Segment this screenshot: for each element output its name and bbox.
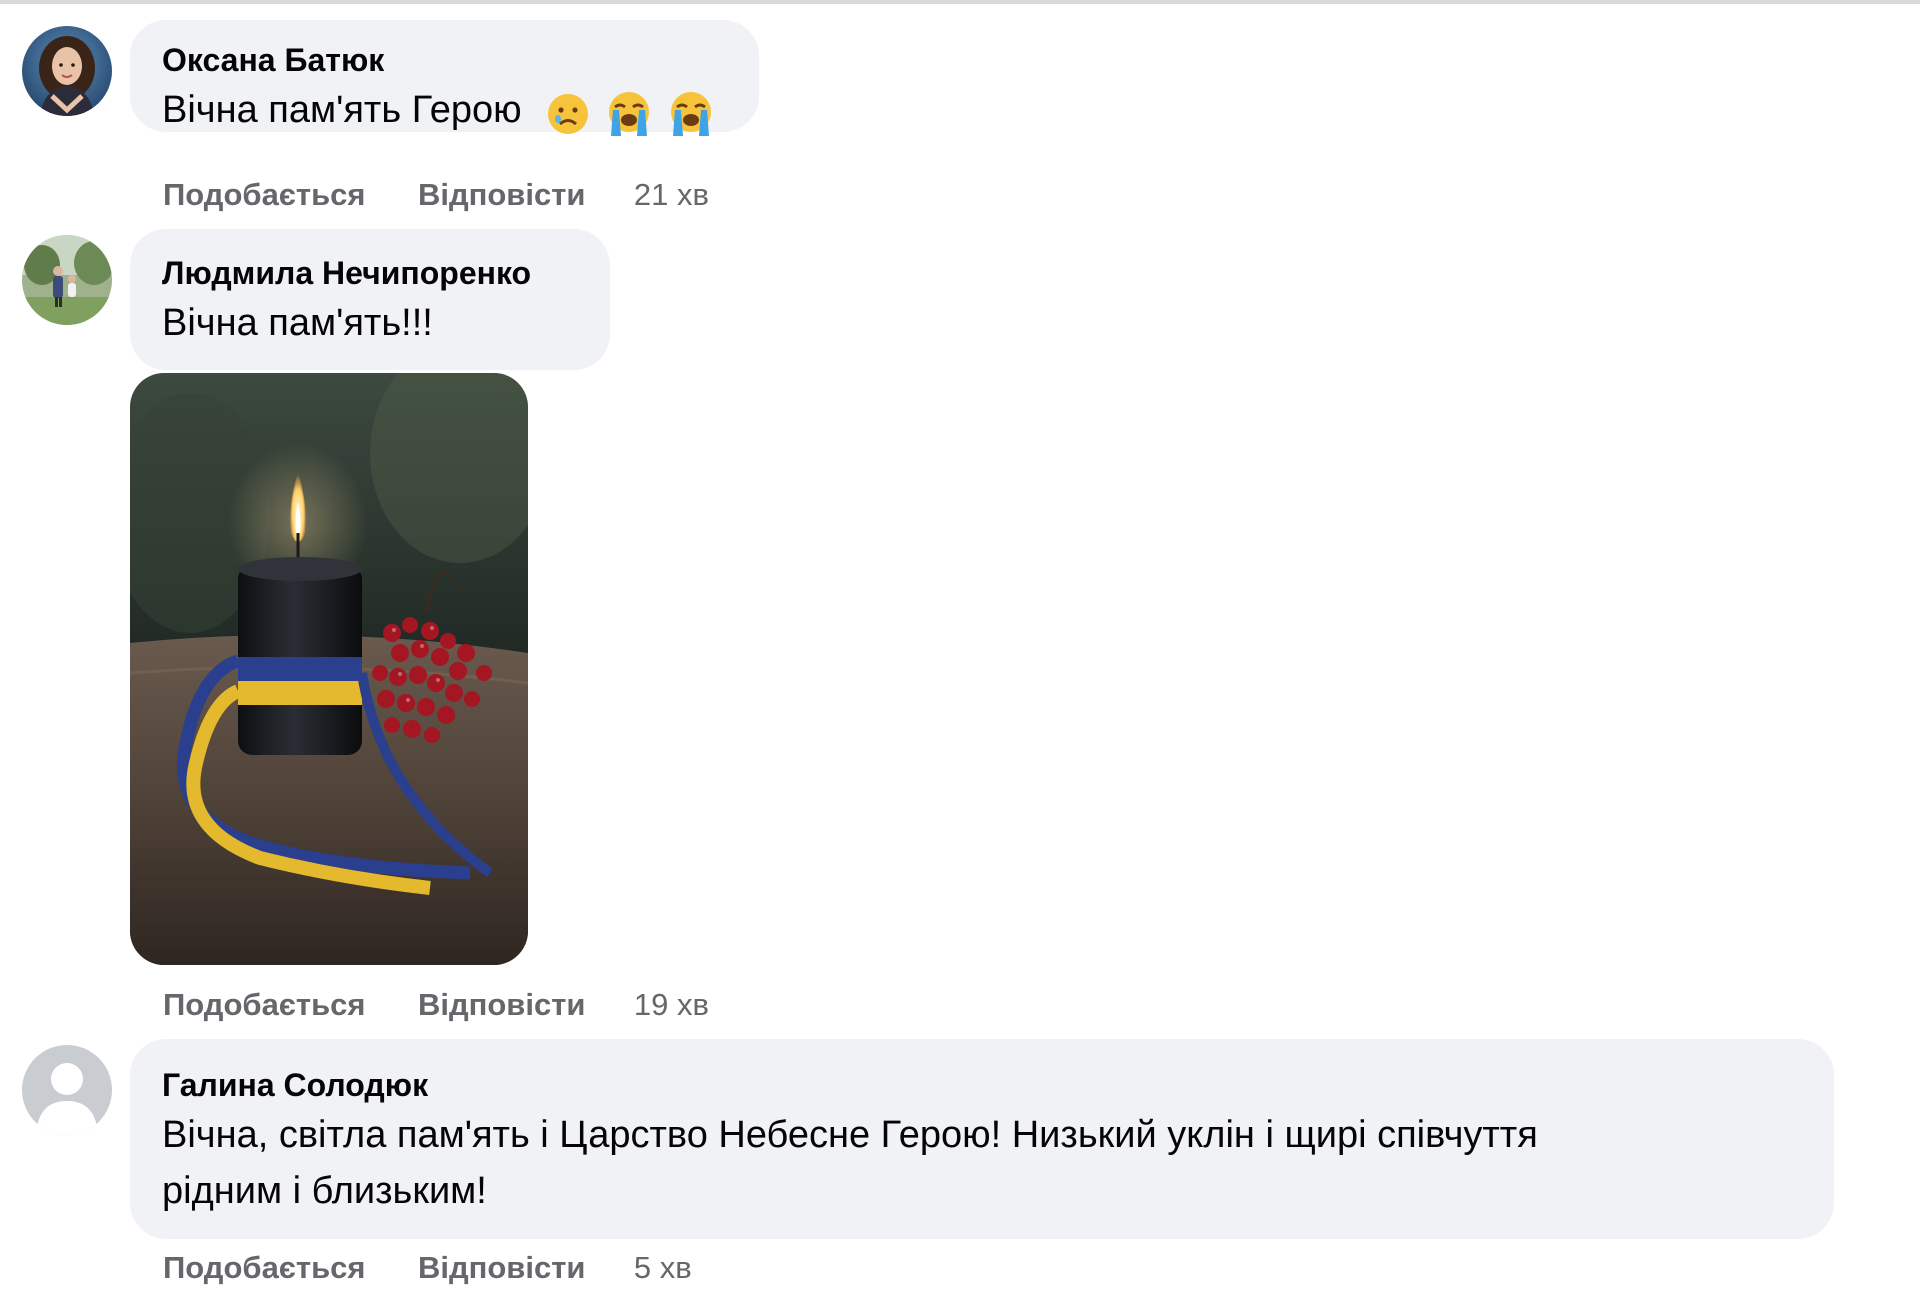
comment-text-line-2: рідним і близьким! [162,1170,487,1212]
comment-actions: Подобається Відповісти 21 хв [163,175,709,215]
reply-button[interactable]: Відповісти [418,985,586,1025]
top-divider [0,0,1920,4]
comment-text-line-1: Вічна, світла пам'ять і Царство Небесне … [162,1114,1538,1156]
comment-author[interactable]: Оксана Батюк [162,40,727,80]
comment-author[interactable]: Людмила Нечипоренко [162,253,578,293]
avatar[interactable] [22,26,112,116]
crying-face-emoji-icon [608,91,649,136]
avatar-photo-icon [22,235,112,325]
comment-text-row: Вічна пам'ять Герою [162,82,727,140]
avatar-photo-icon [22,26,112,116]
like-button[interactable]: Подобається [163,1248,366,1288]
avatar[interactable] [22,235,112,325]
candle-photo-icon [130,373,528,965]
comment-timestamp[interactable]: 19 хв [634,985,709,1025]
emoji-group [546,84,719,140]
reply-button[interactable]: Відповісти [418,1248,586,1288]
sad-face-emoji-icon [548,93,589,134]
comments-page: Оксана Батюк Вічна пам'ять Герою Подобає… [0,0,1920,1313]
like-button[interactable]: Подобається [163,985,366,1025]
crying-face-emoji-icon [671,91,712,136]
comment-timestamp[interactable]: 21 хв [634,175,709,215]
comment-photo-attachment[interactable] [130,373,528,965]
comment-actions: Подобається Відповісти 19 хв [163,985,709,1025]
comment-actions: Подобається Відповісти 5 хв [163,1248,692,1288]
comment-timestamp[interactable]: 5 хв [634,1248,692,1288]
avatar[interactable] [22,1045,112,1135]
comment-author[interactable]: Галина Солодюк [162,1065,1802,1105]
comment-bubble: Галина Солодюк Вічна, світла пам'ять і Ц… [130,1039,1834,1239]
comment-text: Вічна пам'ять Герою [162,89,522,131]
reply-button[interactable]: Відповісти [418,175,586,215]
comment-bubble: Оксана Батюк Вічна пам'ять Герою [130,20,759,136]
like-button[interactable]: Подобається [163,175,366,215]
comment-bubble: Людмила Нечипоренко Вічна пам'ять!!! [130,229,610,370]
comment-text: Вічна пам'ять!!! [162,302,433,344]
default-user-icon [22,1045,112,1135]
